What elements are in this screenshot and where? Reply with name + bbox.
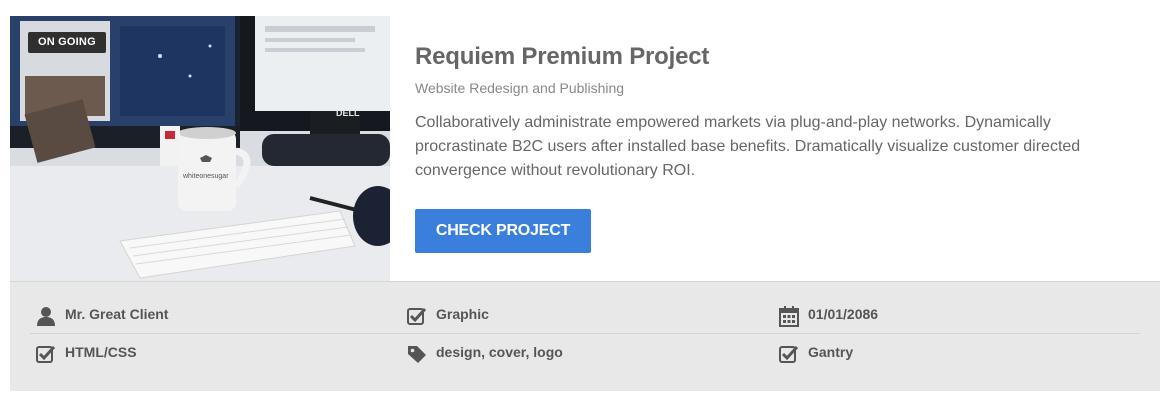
tech-text: HTML/CSS — [65, 344, 137, 360]
calendar-icon — [779, 306, 799, 327]
meta-row: Mr. Great Client Graphic 01/01/2086 — [30, 296, 1140, 334]
checkbox-icon — [36, 345, 56, 363]
user-icon — [37, 307, 55, 326]
checkbox-icon — [779, 345, 799, 363]
svg-text:DELL: DELL — [336, 108, 360, 118]
svg-text:whiteonesugar: whiteonesugar — [182, 173, 229, 180]
project-meta: Mr. Great Client Graphic 01/01/2086 HTML… — [10, 281, 1160, 391]
meta-date: 01/01/2086 — [778, 296, 878, 332]
project-top: DELL DELL whiteonesugar — [10, 16, 1160, 281]
tag-icon — [408, 346, 426, 363]
project-image: DELL DELL whiteonesugar — [10, 16, 390, 281]
project-description: Collaboratively administrate empowered m… — [415, 114, 1081, 179]
category-text: Graphic — [436, 306, 489, 322]
project-content: Requiem Premium Project Website Redesign… — [415, 43, 1135, 253]
project-subtitle: Website Redesign and Publishing — [415, 80, 625, 96]
checkbox-icon — [407, 307, 427, 325]
desk-photo: DELL DELL whiteonesugar — [10, 16, 390, 281]
project-title: Requiem Premium Project — [415, 43, 710, 70]
meta-framework: Gantry — [778, 334, 853, 370]
date-text: 01/01/2086 — [808, 306, 879, 322]
meta-row: HTML/CSS design, cover, logo Gantry — [30, 334, 1140, 372]
client-name: Mr. Great Client — [65, 306, 169, 322]
status-badge: ON GOING — [28, 32, 106, 53]
project-card: DELL DELL whiteonesugar — [10, 16, 1160, 391]
meta-client: Mr. Great Client — [35, 296, 168, 332]
meta-tech: HTML/CSS — [35, 334, 137, 370]
meta-category: Graphic — [406, 296, 489, 332]
tags-text: design, cover, logo — [436, 344, 563, 360]
check-project-button[interactable]: CHECK PROJECT — [415, 209, 591, 253]
meta-tags: design, cover, logo — [406, 334, 563, 370]
framework-text: Gantry — [808, 344, 854, 360]
